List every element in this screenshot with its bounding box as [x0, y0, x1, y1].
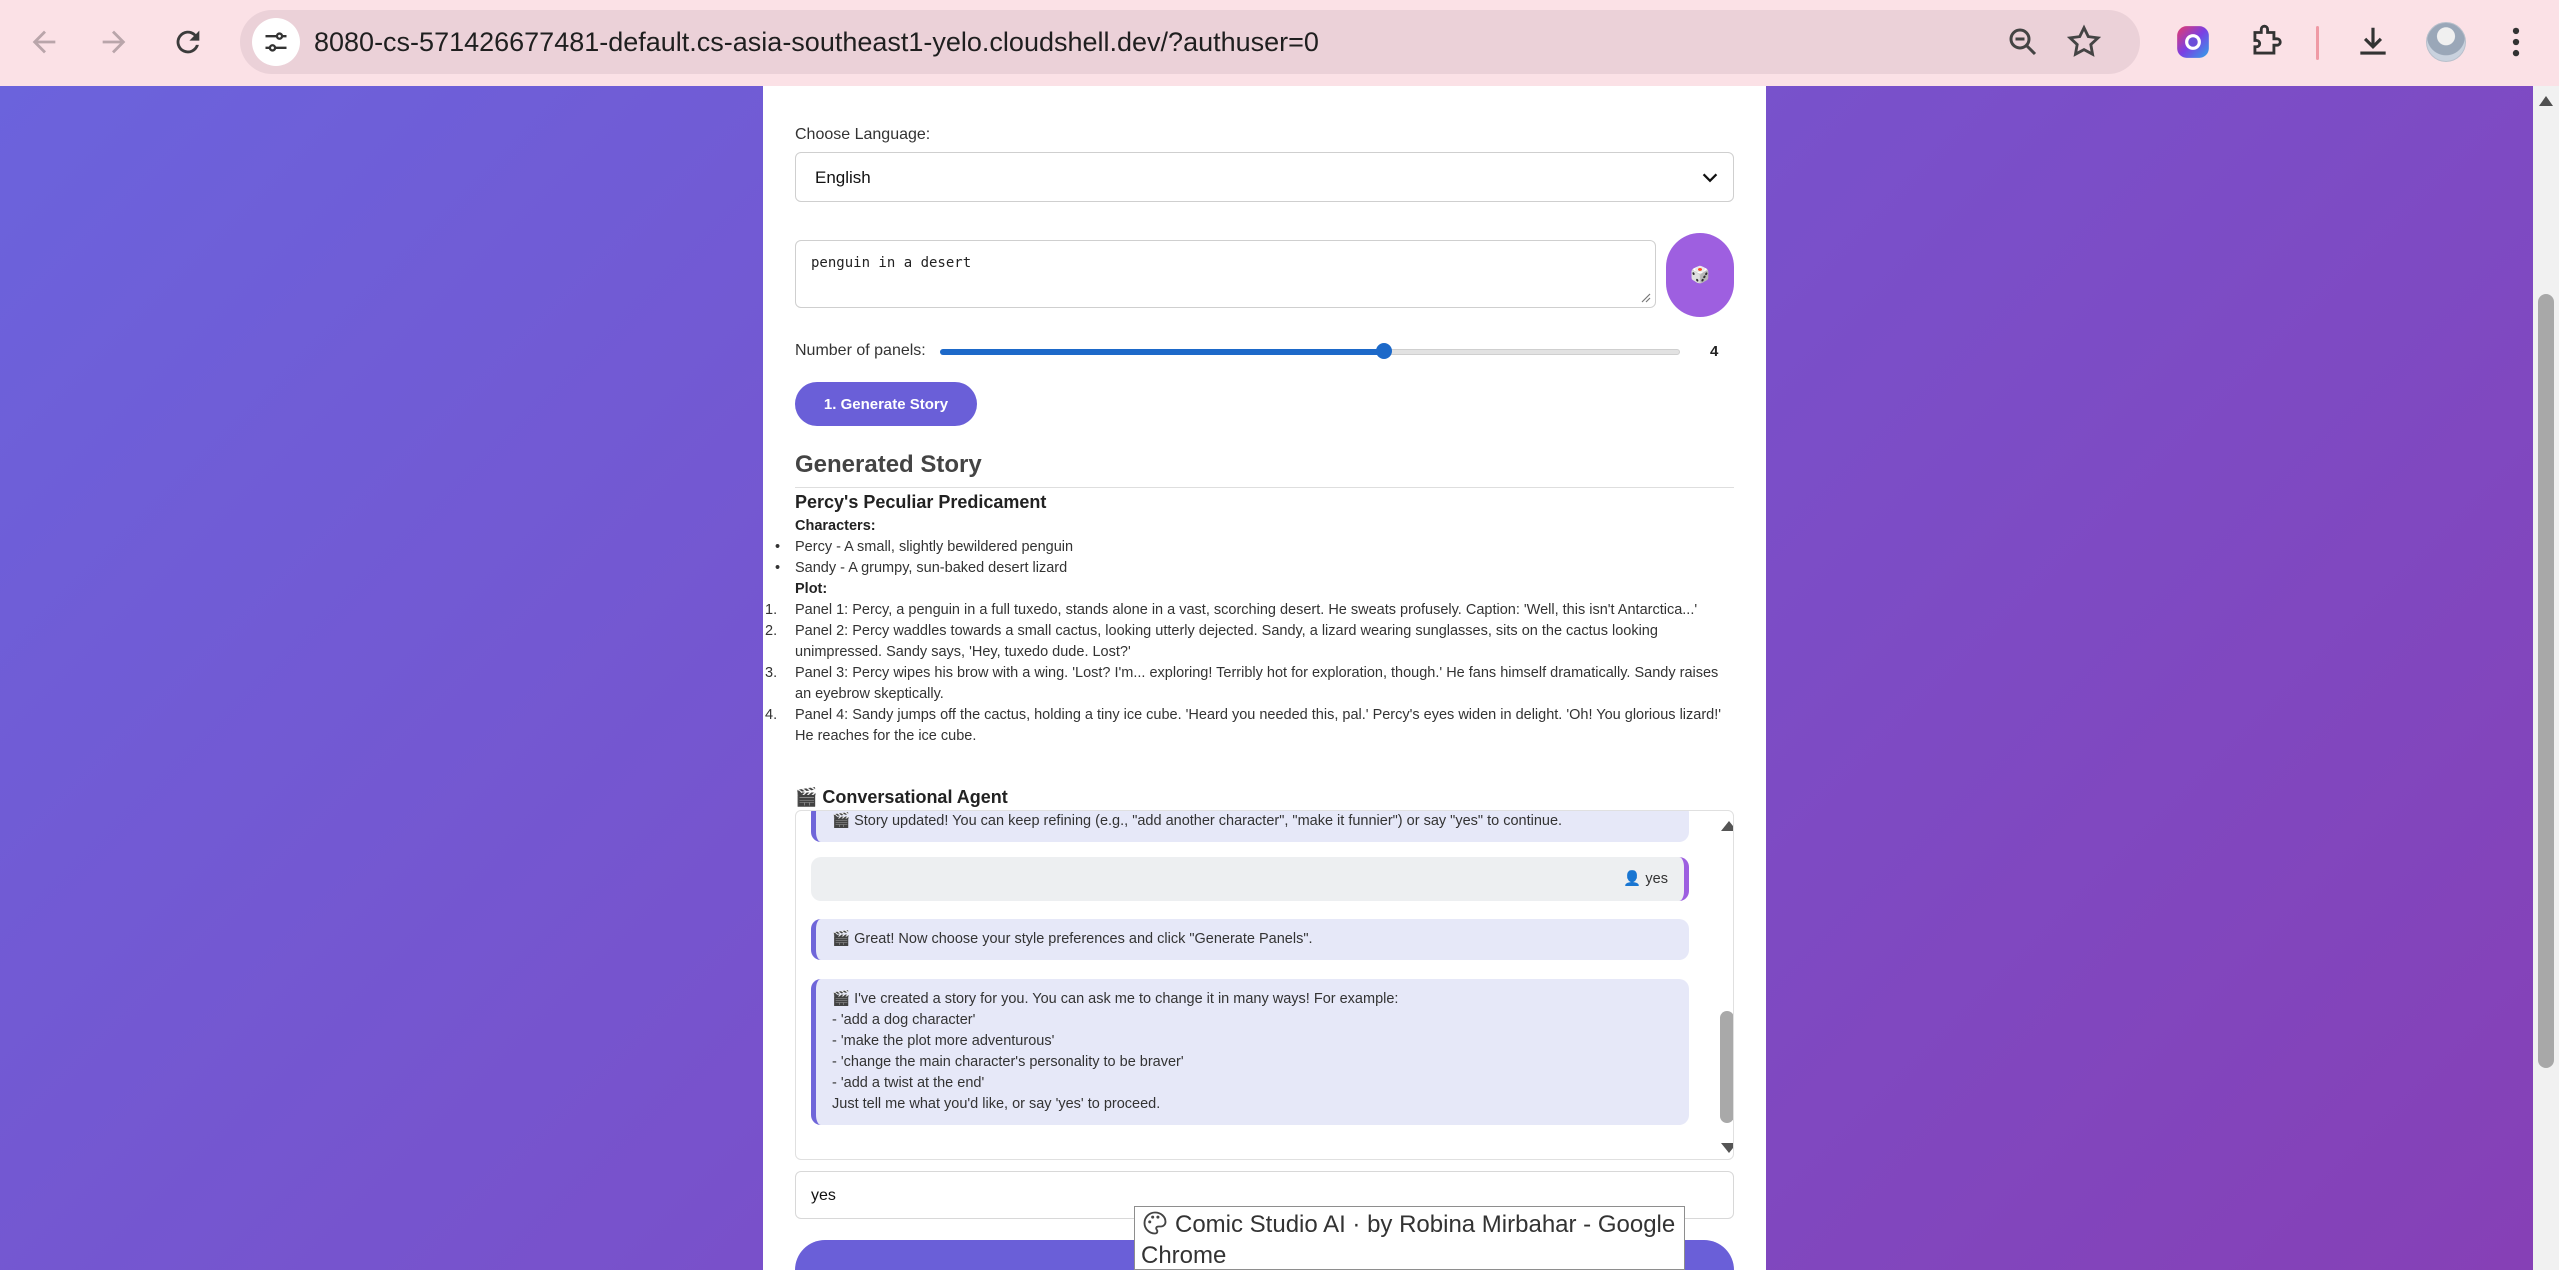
kebab-menu-icon[interactable]	[2494, 20, 2538, 64]
language-select[interactable]: English	[795, 152, 1734, 202]
language-value: English	[815, 168, 871, 187]
plot-label: Plot:	[795, 581, 828, 597]
window-title-tooltip: Comic Studio AI · by Robina Mirbahar - G…	[1134, 1206, 1685, 1270]
toolbar-divider	[2316, 26, 2319, 60]
prompt-value: penguin in a desert	[811, 255, 972, 271]
zoom-icon[interactable]	[2005, 24, 2041, 60]
extension-color-icon[interactable]	[2171, 20, 2215, 64]
characters-label: Characters:	[795, 518, 876, 534]
site-info-button[interactable]	[252, 18, 300, 66]
character-item: • Percy - A small, slightly bewildered pe…	[775, 539, 1074, 555]
chat-input-value: yes	[811, 1187, 836, 1204]
palette-icon	[1143, 1211, 1167, 1235]
scroll-up-arrow-icon[interactable]	[2539, 96, 2553, 106]
character-item: • Sandy - A grumpy, sun-baked desert liza…	[775, 560, 1068, 576]
scroll-down-arrow-icon[interactable]	[1721, 1143, 1733, 1153]
panels-label: Number of panels:	[795, 342, 926, 359]
page-scroll-thumb[interactable]	[2538, 294, 2554, 1068]
story-heading: Generated Story	[795, 451, 982, 478]
dice-icon: 🎲	[1690, 267, 1710, 284]
slider-knob[interactable]	[1376, 343, 1392, 359]
back-arrow-icon	[32, 30, 56, 54]
profile-avatar[interactable]	[2426, 22, 2466, 62]
plot-item: 4. Panel 4: Sandy jumps off the cactus, h…	[765, 707, 1722, 744]
back-button[interactable]	[16, 14, 72, 70]
main-card: Choose Language: English penguin in a de…	[763, 86, 1766, 1270]
page-viewport: Choose Language: English penguin in a de…	[0, 86, 2533, 1270]
story-title: Percy's Peculiar Predicament	[795, 492, 1047, 512]
page-scrollbar[interactable]	[2533, 86, 2559, 1270]
chat-scrollbar[interactable]	[1718, 811, 1733, 1159]
resize-handle-icon[interactable]	[1639, 291, 1651, 303]
panels-slider[interactable]	[940, 343, 1680, 359]
bookmark-star-icon[interactable]	[2065, 23, 2103, 61]
plot-item: 2. Panel 2: Percy waddles towards a small…	[765, 623, 1658, 660]
chat-scroll-thumb[interactable]	[1720, 1011, 1733, 1123]
browser-toolbar: 8080-cs-571426677481-default.cs-asia-sou…	[0, 0, 2559, 86]
forward-arrow-icon	[102, 30, 126, 54]
url-text: 8080-cs-571426677481-default.cs-asia-sou…	[314, 27, 1319, 57]
language-label: Choose Language:	[795, 126, 931, 143]
reload-icon	[176, 30, 200, 54]
chevron-down-icon	[1702, 173, 1718, 183]
random-prompt-button[interactable]: 🎲	[1666, 233, 1734, 317]
plot-item: 3. Panel 3: Percy wipes his brow with a w…	[765, 665, 1719, 702]
slider-fill	[940, 349, 1384, 355]
download-icon[interactable]	[2351, 20, 2395, 64]
clipped-style-options	[783, 86, 1743, 90]
tune-icon	[265, 32, 287, 52]
scroll-up-arrow-icon[interactable]	[1721, 821, 1733, 831]
forward-button[interactable]	[86, 14, 142, 70]
panels-value: 4	[1710, 343, 1719, 360]
user-message: 👤 yes	[811, 857, 1689, 901]
bot-message: 🎬 I've created a story for you. You can …	[811, 979, 1689, 1125]
story-body: Characters: • Percy - A small, slightly b…	[763, 516, 1753, 747]
story-prompt-textarea[interactable]: penguin in a desert	[795, 240, 1656, 308]
reload-button[interactable]	[160, 14, 216, 70]
story-divider	[795, 487, 1734, 488]
chat-history[interactable]: 🎬 Story updated! You can keep refining (…	[795, 810, 1734, 1160]
agent-title: 🎬 Conversational Agent	[795, 787, 1008, 807]
address-bar[interactable]: 8080-cs-571426677481-default.cs-asia-sou…	[240, 10, 2140, 74]
bot-message: 🎬 Story updated! You can keep refining (…	[811, 811, 1689, 842]
bot-message: 🎬 Great! Now choose your style preferenc…	[811, 919, 1689, 960]
extensions-puzzle-icon[interactable]	[2244, 20, 2288, 64]
plot-item: 1. Panel 1: Percy, a penguin in a full tu…	[765, 602, 1698, 618]
generate-story-button[interactable]: 1. Generate Story	[795, 382, 977, 426]
